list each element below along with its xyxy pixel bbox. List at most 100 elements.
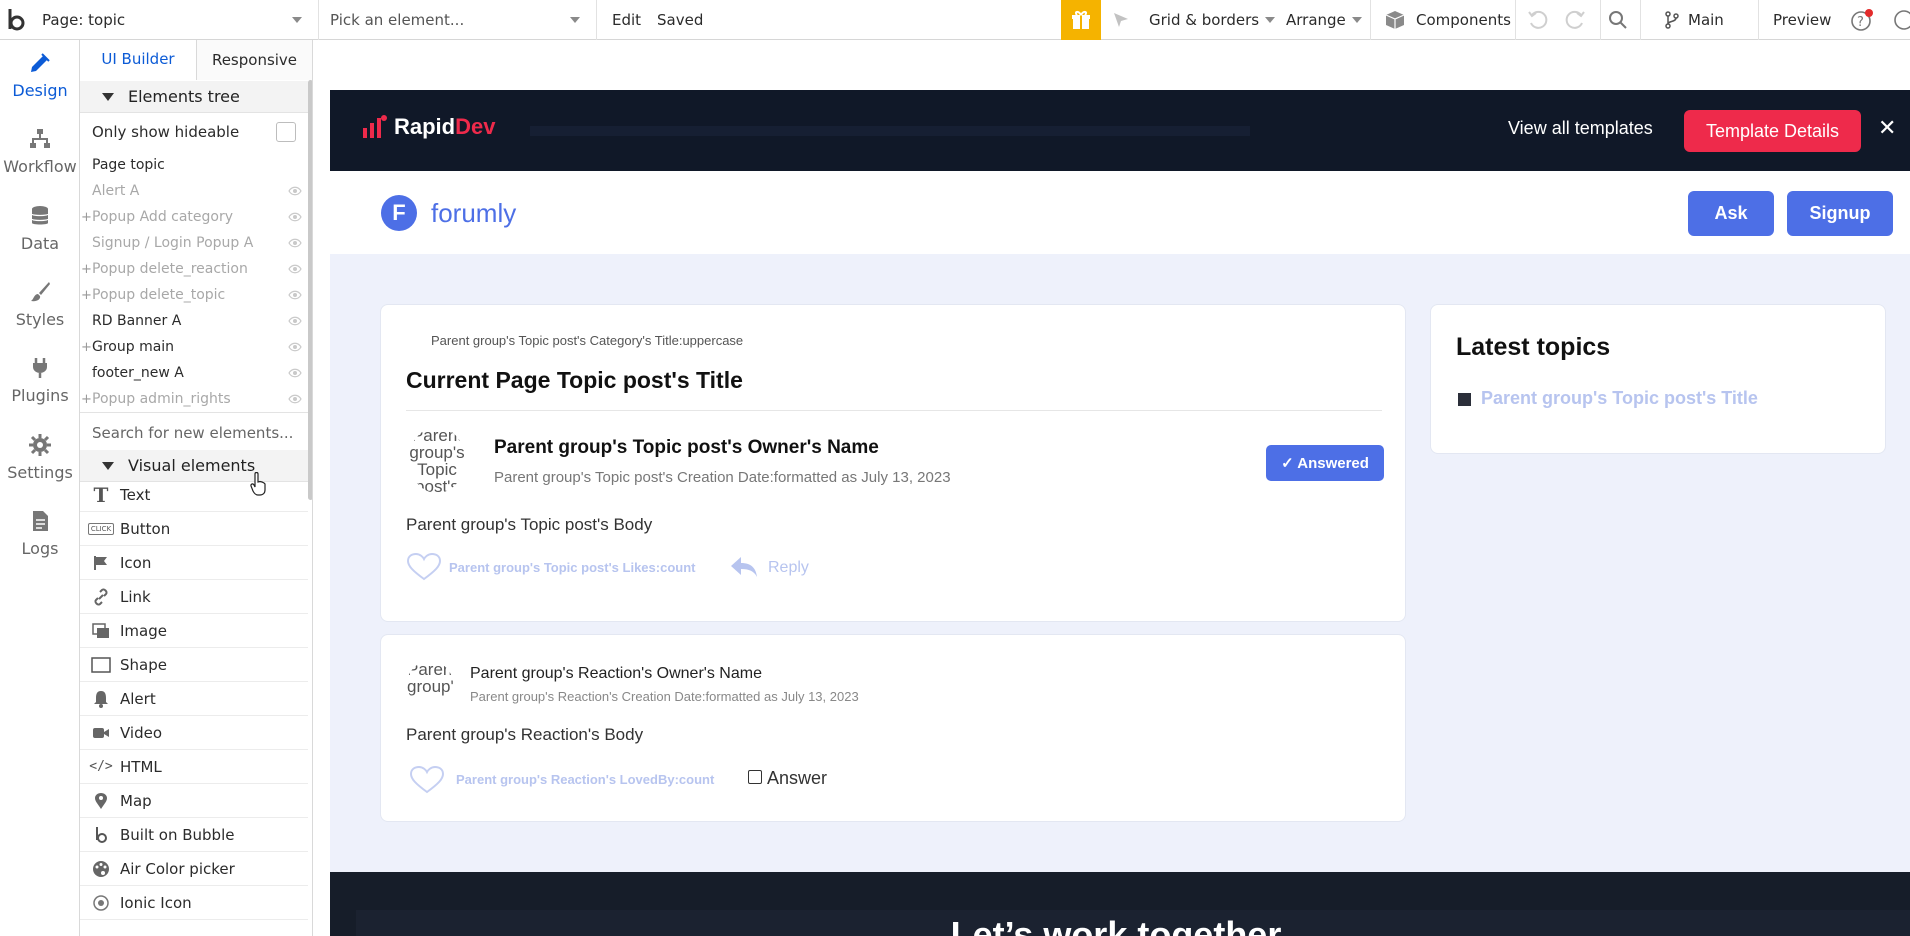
only-show-hideable-checkbox[interactable] bbox=[276, 122, 296, 142]
tree-item[interactable]: + Group main bbox=[80, 334, 308, 360]
edit-menu[interactable]: Edit bbox=[612, 0, 641, 40]
preview-button[interactable]: Preview bbox=[1773, 0, 1831, 40]
editor-sidebar: Design Workflow Data Styles Plugins Sett… bbox=[0, 40, 80, 936]
rail-plugins[interactable]: Plugins bbox=[0, 345, 80, 415]
signup-button[interactable]: Signup bbox=[1787, 191, 1893, 236]
arrange-menu[interactable]: Arrange bbox=[1286, 0, 1362, 40]
expand-plus-icon[interactable]: + bbox=[81, 392, 92, 407]
eye-icon[interactable] bbox=[288, 290, 302, 300]
rd-banner[interactable]: Rapid Dev View all templates Template Det… bbox=[330, 90, 1910, 171]
tree-item[interactable]: + Popup admin_rights bbox=[80, 386, 308, 412]
rail-data-label: Data bbox=[20, 233, 60, 253]
visual-element-item[interactable]: Link bbox=[80, 580, 308, 614]
tab-ui-builder[interactable]: UI Builder bbox=[80, 40, 196, 80]
eye-icon[interactable] bbox=[288, 238, 302, 248]
eye-icon[interactable] bbox=[288, 186, 302, 196]
elements-tree-header[interactable]: Elements tree bbox=[80, 81, 308, 113]
visual-element-label: Air Color picker bbox=[120, 859, 235, 878]
reaction-owner-name: Parent group's Reaction's Owner's Name bbox=[470, 665, 762, 682]
bubble-logo-icon[interactable] bbox=[6, 0, 28, 40]
ask-button[interactable]: Ask bbox=[1688, 191, 1774, 236]
rail-styles[interactable]: Styles bbox=[0, 269, 80, 339]
rail-logs[interactable]: Logs bbox=[0, 498, 80, 568]
tree-item-label: Alert A bbox=[92, 183, 140, 199]
visual-element-item[interactable]: CLICK Button bbox=[80, 512, 308, 546]
reply-icon[interactable] bbox=[729, 555, 759, 579]
tree-item[interactable]: RD Banner A bbox=[80, 308, 308, 334]
expand-plus-icon[interactable]: + bbox=[81, 210, 92, 225]
tree-item[interactable]: footer_new A bbox=[80, 360, 308, 386]
tab-responsive[interactable]: Responsive bbox=[196, 40, 312, 80]
latest-topic-link[interactable]: Parent group's Topic post's Title bbox=[1481, 388, 1758, 409]
tree-item[interactable]: Signup / Login Popup A bbox=[80, 230, 308, 256]
rail-logs-label: Logs bbox=[21, 538, 59, 558]
visual-element-item[interactable]: Video bbox=[80, 716, 308, 750]
branch-selector[interactable]: Main bbox=[1664, 0, 1724, 40]
eye-icon[interactable] bbox=[288, 342, 302, 352]
visual-element-label: HTML bbox=[120, 757, 162, 776]
components-button[interactable]: Components bbox=[1384, 0, 1511, 40]
chevron-down-icon bbox=[1351, 17, 1362, 23]
view-all-templates-link[interactable]: View all templates bbox=[1508, 118, 1653, 139]
tree-item[interactable]: + Popup Add category bbox=[80, 204, 308, 230]
tree-item[interactable]: Alert A bbox=[80, 178, 308, 204]
redo-icon[interactable] bbox=[1565, 0, 1587, 40]
visual-element-item[interactable]: </> HTML bbox=[80, 750, 308, 784]
search-icon[interactable] bbox=[1607, 0, 1629, 40]
cursor-icon[interactable] bbox=[1112, 0, 1130, 40]
answer-checkbox[interactable] bbox=[748, 770, 762, 784]
visual-element-item[interactable]: Icon bbox=[80, 546, 308, 580]
eye-icon[interactable] bbox=[288, 394, 302, 404]
rapiddev-logo-dev: Dev bbox=[455, 114, 496, 139]
close-icon[interactable]: ✕ bbox=[1878, 118, 1896, 140]
eye-icon[interactable] bbox=[288, 212, 302, 222]
visual-element-label: Video bbox=[120, 723, 163, 742]
tree-item[interactable]: + Popup delete_topic bbox=[80, 282, 308, 308]
site-header: F forumly Ask Signup bbox=[330, 171, 1910, 254]
visual-element-item[interactable]: Shape bbox=[80, 648, 308, 682]
visual-element-item[interactable]: Air Color picker bbox=[80, 852, 308, 886]
rapiddev-bars-icon bbox=[363, 115, 387, 138]
visual-element-item[interactable]: Map bbox=[80, 784, 308, 818]
reply-link[interactable]: Reply bbox=[768, 559, 809, 577]
eye-icon[interactable] bbox=[288, 264, 302, 274]
brush-icon bbox=[31, 281, 50, 301]
element-picker[interactable]: Pick an element... bbox=[330, 0, 590, 40]
forumly-logo[interactable]: F forumly bbox=[381, 195, 516, 231]
rail-workflow[interactable]: Workflow bbox=[0, 116, 80, 186]
rail-plugins-label: Plugins bbox=[11, 385, 69, 405]
eye-icon[interactable] bbox=[288, 316, 302, 326]
page-selector[interactable]: Page: topic bbox=[42, 0, 312, 40]
help-icon[interactable]: ? bbox=[1850, 0, 1874, 40]
expand-plus-icon[interactable]: + bbox=[81, 340, 92, 355]
grid-borders-menu[interactable]: Grid & borders bbox=[1149, 0, 1276, 40]
answered-badge: ✓ Answered bbox=[1266, 445, 1384, 481]
expand-plus-icon[interactable]: + bbox=[81, 288, 92, 303]
template-details-button[interactable]: Template Details bbox=[1684, 110, 1861, 152]
visual-element-item[interactable]: Image bbox=[80, 614, 308, 648]
eye-icon[interactable] bbox=[288, 368, 302, 378]
banner-progress-track bbox=[530, 126, 1250, 136]
rail-design-label: Design bbox=[12, 80, 68, 100]
visual-element-label: Alert bbox=[120, 689, 156, 708]
account-icon[interactable] bbox=[1888, 0, 1910, 40]
expand-plus-icon[interactable]: + bbox=[81, 262, 92, 277]
heart-icon[interactable] bbox=[410, 766, 444, 794]
rail-design[interactable]: Design bbox=[0, 40, 80, 110]
cube-icon bbox=[1385, 11, 1405, 29]
heart-icon[interactable] bbox=[407, 553, 441, 581]
rail-settings[interactable]: Settings bbox=[0, 422, 80, 492]
visual-element-item[interactable]: T Text bbox=[80, 478, 308, 512]
document-icon bbox=[33, 510, 48, 531]
visual-element-item[interactable]: Alert bbox=[80, 682, 308, 716]
search-elements-input[interactable]: Search for new elements... bbox=[92, 424, 293, 442]
visual-element-item[interactable]: Ionic Icon bbox=[80, 886, 308, 920]
tree-item-label: Popup delete_topic bbox=[92, 287, 226, 303]
collapse-triangle-icon bbox=[102, 461, 114, 470]
tree-item[interactable]: Page topic bbox=[80, 152, 308, 178]
rail-data[interactable]: Data bbox=[0, 193, 80, 263]
visual-element-item[interactable]: Built on Bubble bbox=[80, 818, 308, 852]
gift-icon[interactable] bbox=[1061, 0, 1101, 40]
undo-icon[interactable] bbox=[1526, 0, 1548, 40]
tree-item[interactable]: + Popup delete_reaction bbox=[80, 256, 308, 282]
